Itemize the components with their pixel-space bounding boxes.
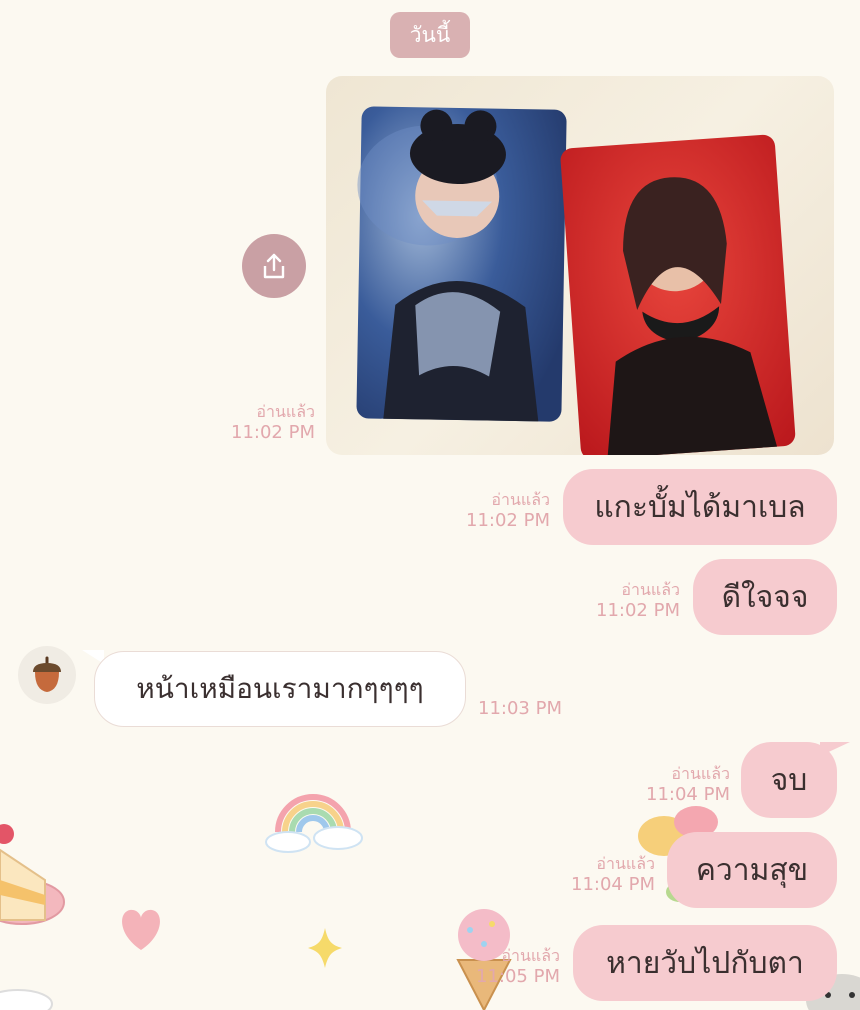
avatar[interactable] [18, 646, 76, 704]
message-time: 11:04 PM [646, 784, 730, 805]
outgoing-message[interactable]: ดีใจจจ [693, 559, 837, 635]
message-meta: อ่านแล้ว 11:04 PM [610, 764, 730, 807]
message-text: ดีใจจจ [721, 579, 809, 615]
acorn-icon [33, 656, 61, 692]
date-chip: วันนี้ [390, 12, 470, 58]
share-button[interactable] [242, 234, 306, 298]
message-time: 11:05 PM [476, 966, 560, 987]
message-meta: อ่านแล้ว 11:02 PM [200, 402, 315, 445]
incoming-message[interactable]: หน้าเหมือนเรามากๆๆๆๆ [94, 651, 466, 727]
outgoing-message[interactable]: หายวับไปกับตา [573, 925, 837, 1001]
read-receipt: อ่านแล้ว [621, 580, 680, 599]
message-time: 11:04 PM [571, 874, 655, 895]
read-receipt: อ่านแล้ว [671, 764, 730, 783]
message-text: หายวับไปกับตา [606, 945, 804, 981]
cake-sticker [0, 824, 65, 925]
read-receipt: อ่านแล้ว [256, 402, 315, 421]
message-time: 11:03 PM [478, 698, 562, 719]
message-text: ความสุข [695, 852, 809, 888]
message-meta: อ่านแล้ว 11:05 PM [440, 946, 560, 989]
message-time: 11:02 PM [231, 422, 315, 443]
message-text: หน้าเหมือนเรามากๆๆๆๆ [136, 672, 424, 705]
rainbow-sticker [265, 794, 363, 853]
photocards-image [356, 106, 796, 455]
outgoing-message[interactable]: จบ [741, 742, 837, 818]
message-meta: อ่านแล้ว 11:02 PM [430, 490, 550, 533]
read-receipt: อ่านแล้ว [491, 490, 550, 509]
message-meta: อ่านแล้ว 11:04 PM [535, 854, 655, 897]
share-icon [263, 253, 285, 279]
photo-message[interactable] [326, 76, 834, 455]
outgoing-message[interactable]: แกะบั้มได้มาเบล [563, 469, 837, 545]
cloud-sticker [0, 989, 53, 1010]
outgoing-message[interactable]: ความสุข [667, 832, 837, 908]
read-receipt: อ่านแล้ว [501, 946, 560, 965]
message-meta: อ่านแล้ว 11:02 PM [560, 580, 680, 623]
sparkle-sticker [308, 928, 342, 968]
message-text: จบ [770, 762, 808, 798]
message-time: 11:02 PM [466, 510, 550, 531]
message-time: 11:02 PM [596, 600, 680, 621]
heart-sticker [122, 909, 160, 950]
message-text: แกะบั้มได้มาเบล [594, 489, 806, 525]
read-receipt: อ่านแล้ว [596, 854, 655, 873]
